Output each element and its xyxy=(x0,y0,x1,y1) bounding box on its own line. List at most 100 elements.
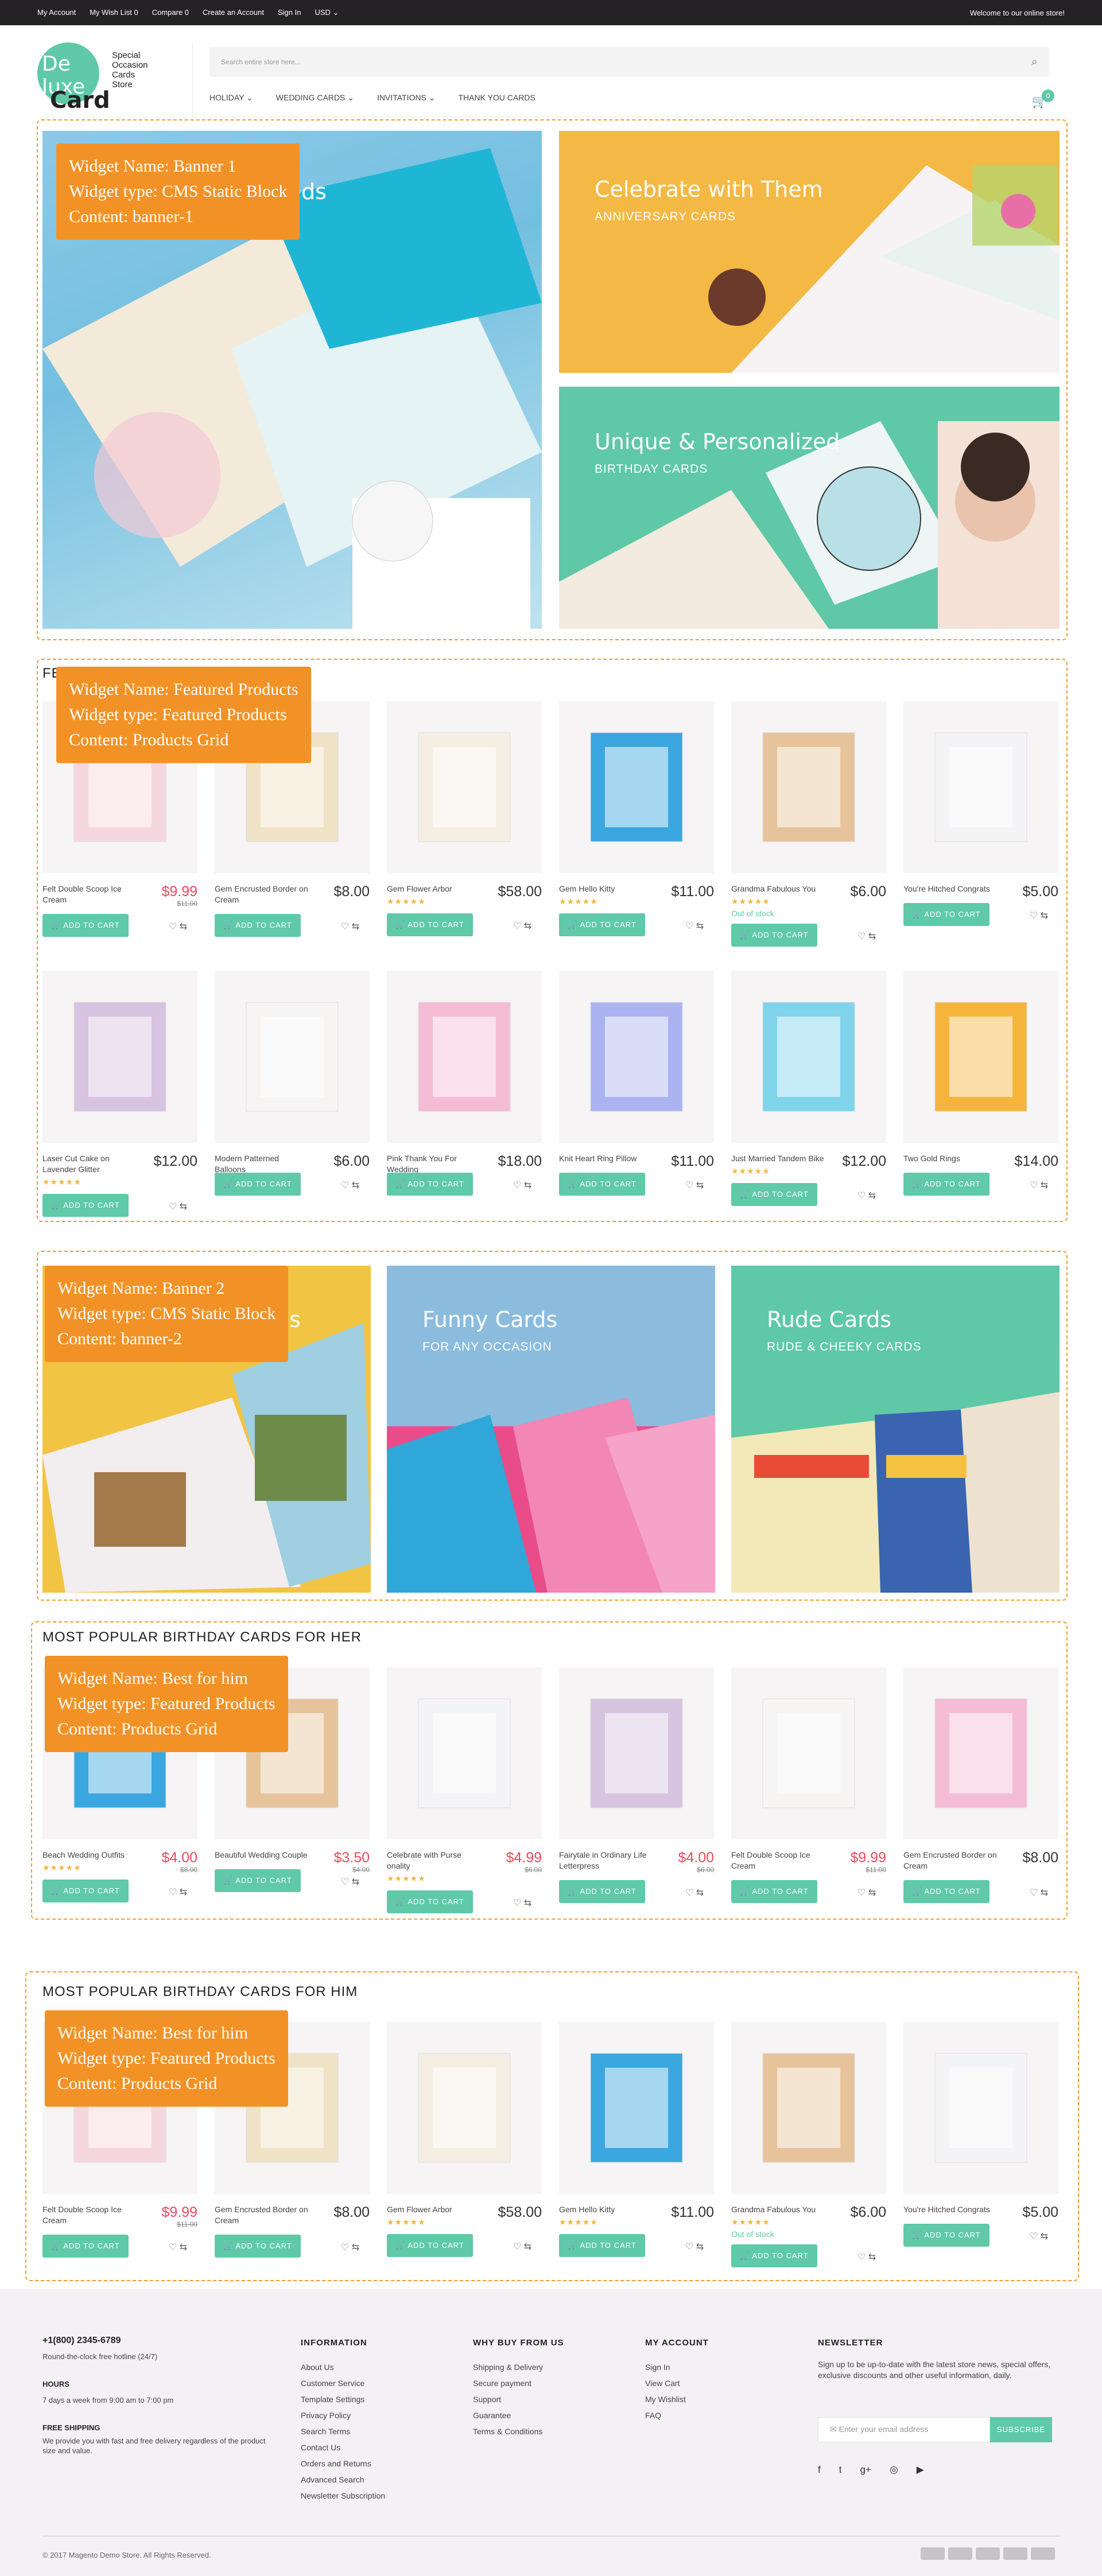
product-name[interactable]: Just Married Tandem Bike xyxy=(731,1153,828,1164)
compare-icon[interactable]: ⇆ xyxy=(352,922,359,932)
product-name[interactable]: Beach Wedding Outfits xyxy=(42,1850,139,1861)
wishlist-icon[interactable]: ♡ xyxy=(857,1888,868,1898)
product-card[interactable]: Modern Patterned Balloons $6.00 🛒 ADD TO C… xyxy=(215,971,370,1196)
product-name[interactable]: Modern Patterned Balloons xyxy=(215,1153,311,1175)
product-card[interactable]: Just Married Tandem Bike $12.00 ★★★★★ 🛒 ADD… xyxy=(731,971,886,1206)
product-name[interactable]: You're Hitched Congrats xyxy=(903,2204,1000,2215)
compare-icon[interactable]: ⇆ xyxy=(696,1888,704,1898)
wishlist-icon[interactable]: ♡ xyxy=(513,2242,524,2252)
product-image[interactable] xyxy=(559,1667,714,1839)
add-to-cart-button[interactable]: 🛒 ADD TO CART xyxy=(215,2235,301,2258)
add-to-cart-button[interactable]: 🛒 ADD TO CART xyxy=(559,1880,645,1903)
product-card[interactable]: Fairytale in Ordinary Life Letterpress $4… xyxy=(559,1667,714,1903)
nav-item-0[interactable]: HOLIDAY ⌄ xyxy=(209,93,253,103)
banner1-birthday[interactable]: Unique & Personalized BIRTHDAY CARDS xyxy=(559,387,1060,629)
add-to-cart-button[interactable]: 🛒 ADD TO CART xyxy=(731,2244,817,2267)
add-to-cart-button[interactable]: 🛒 ADD TO CART xyxy=(903,903,990,926)
compare-icon[interactable]: ⇆ xyxy=(868,932,876,941)
product-card[interactable]: Gem Hello Kitty $11.00 ★★★★★ 🛒 ADD TO CART ♡… xyxy=(559,2022,714,2257)
compare-icon[interactable]: ⇆ xyxy=(352,1877,359,1887)
product-name[interactable]: Felt Double Scoop Ice Cream xyxy=(42,2204,139,2226)
logo[interactable]: De luxe Card Special Occasion Cards Store xyxy=(37,42,148,114)
product-name[interactable]: Grandma Fabulous You xyxy=(731,884,828,894)
product-card[interactable]: Pink Thank You For Wedding $18.00 🛒 ADD TO… xyxy=(387,971,542,1196)
add-to-cart-button[interactable]: 🛒 ADD TO CART xyxy=(903,2224,990,2247)
product-image[interactable] xyxy=(731,1667,886,1839)
wishlist-icon[interactable]: ♡ xyxy=(169,922,180,932)
compare-icon[interactable]: ⇆ xyxy=(524,1181,531,1190)
wishlist-icon[interactable]: ♡ xyxy=(1030,1888,1041,1898)
add-to-cart-button[interactable]: 🛒 ADD TO CART xyxy=(559,2234,645,2257)
wishlist-icon[interactable]: ♡ xyxy=(341,2243,352,2252)
topbar-link-5[interactable]: USD ⌄ xyxy=(315,8,339,17)
add-to-cart-button[interactable]: 🛒 ADD TO CART xyxy=(42,1194,129,1217)
add-to-cart-button[interactable]: 🛒 ADD TO CART xyxy=(731,1880,817,1903)
product-card[interactable]: Knit Heart Ring Pillow $11.00 🛒 ADD TO CAR… xyxy=(559,971,714,1196)
product-image[interactable] xyxy=(903,2022,1058,2194)
wishlist-icon[interactable]: ♡ xyxy=(513,1181,524,1190)
compare-icon[interactable]: ⇆ xyxy=(180,1202,187,1212)
wishlist-icon[interactable]: ♡ xyxy=(513,921,524,931)
wishlist-icon[interactable]: ♡ xyxy=(857,2252,868,2262)
banner2-funny[interactable]: Funny Cards FOR ANY OCCASION xyxy=(387,1266,715,1593)
add-to-cart-button[interactable]: 🛒 ADD TO CART xyxy=(387,1890,473,1913)
footer-info-link[interactable]: Orders and Returns xyxy=(301,2456,385,2472)
compare-icon[interactable]: ⇆ xyxy=(524,921,531,931)
youtube-icon[interactable]: ▶ xyxy=(917,2464,924,2476)
topbar-link-0[interactable]: My Account xyxy=(37,8,76,17)
product-card[interactable]: Grandma Fabulous You $6.00 ★★★★★ Out of sto… xyxy=(731,701,886,947)
add-to-cart-button[interactable]: 🛒 ADD TO CART xyxy=(215,1869,301,1892)
footer-info-link[interactable]: Newsletter Subscription xyxy=(301,2488,385,2504)
footer-info-link[interactable]: Customer Service xyxy=(301,2375,385,2391)
wishlist-icon[interactable]: ♡ xyxy=(341,922,352,932)
footer-why-link[interactable]: Shipping & Delivery xyxy=(473,2359,564,2375)
product-name[interactable]: Felt Double Scoop Ice Cream xyxy=(731,1850,828,1871)
compare-icon[interactable]: ⇆ xyxy=(180,2243,187,2252)
nav-item-3[interactable]: THANK YOU CARDS xyxy=(458,93,535,103)
wishlist-icon[interactable]: ♡ xyxy=(169,2243,180,2252)
product-card[interactable]: Felt Double Scoop Ice Cream $9.99 $11.00 🛒 … xyxy=(731,1667,886,1903)
footer-info-link[interactable]: Advanced Search xyxy=(301,2472,385,2488)
footer-account-link[interactable]: FAQ xyxy=(645,2407,709,2423)
footer-info-link[interactable]: Search Terms xyxy=(301,2423,385,2439)
instagram-icon[interactable]: ◎ xyxy=(890,2464,898,2476)
wishlist-icon[interactable]: ♡ xyxy=(685,1888,696,1898)
subscribe-button[interactable]: SUBSCRIBE xyxy=(990,2417,1052,2442)
product-image[interactable] xyxy=(731,701,886,873)
topbar-link-1[interactable]: My Wish List 0 xyxy=(90,8,138,17)
add-to-cart-button[interactable]: 🛒 ADD TO CART xyxy=(559,913,645,936)
wishlist-icon[interactable]: ♡ xyxy=(513,1898,524,1908)
newsletter-email-input[interactable]: ✉ Enter your email address xyxy=(818,2417,990,2442)
product-image[interactable] xyxy=(559,701,714,873)
footer-account-link[interactable]: Sign In xyxy=(645,2359,709,2375)
wishlist-icon[interactable]: ♡ xyxy=(1030,1181,1041,1190)
product-image[interactable] xyxy=(387,971,542,1143)
product-image[interactable] xyxy=(903,701,1058,873)
search-input[interactable]: Search entire store here... ⌕ xyxy=(209,47,1049,77)
product-name[interactable]: Gem Encrusted Border on Cream xyxy=(215,2204,311,2226)
product-name[interactable]: Beautiful Wedding Couple xyxy=(215,1850,311,1861)
product-card[interactable]: Laser Cut Cake on Lavender Glitter $12.00… xyxy=(42,971,197,1217)
banner1-anniversary[interactable]: Celebrate with Them ANNIVERSARY CARDS xyxy=(559,131,1060,373)
footer-why-link[interactable]: Secure payment xyxy=(473,2375,564,2391)
compare-icon[interactable]: ⇆ xyxy=(352,1181,359,1190)
cart-icon[interactable]: 🛒 0 xyxy=(1032,90,1054,109)
product-card[interactable]: Grandma Fabulous You $6.00 ★★★★★ Out of sto… xyxy=(731,2022,886,2267)
product-name[interactable]: Pink Thank You For Wedding xyxy=(387,1153,483,1175)
topbar-link-2[interactable]: Compare 0 xyxy=(152,8,189,17)
product-card[interactable]: You're Hitched Congrats $5.00 🛒 ADD TO CAR… xyxy=(903,2022,1058,2247)
wishlist-icon[interactable]: ♡ xyxy=(169,1888,180,1897)
wishlist-icon[interactable]: ♡ xyxy=(685,921,696,931)
product-name[interactable]: Gem Encrusted Border on Cream xyxy=(903,1850,1000,1871)
product-name[interactable]: Gem Flower Arbor xyxy=(387,884,483,894)
footer-info-link[interactable]: About Us xyxy=(301,2359,385,2375)
product-name[interactable]: Gem Flower Arbor xyxy=(387,2204,483,2215)
footer-why-link[interactable]: Support xyxy=(473,2391,564,2407)
compare-icon[interactable]: ⇆ xyxy=(352,2243,359,2252)
compare-icon[interactable]: ⇆ xyxy=(1041,1181,1048,1190)
compare-icon[interactable]: ⇆ xyxy=(180,922,187,932)
product-image[interactable] xyxy=(215,971,370,1143)
footer-account-link[interactable]: My Wishlist xyxy=(645,2391,709,2407)
product-card[interactable]: You're Hitched Congrats $5.00 🛒 ADD TO CAR… xyxy=(903,701,1058,926)
footer-phone[interactable]: +1(800) 2345-6789 xyxy=(42,2333,272,2349)
